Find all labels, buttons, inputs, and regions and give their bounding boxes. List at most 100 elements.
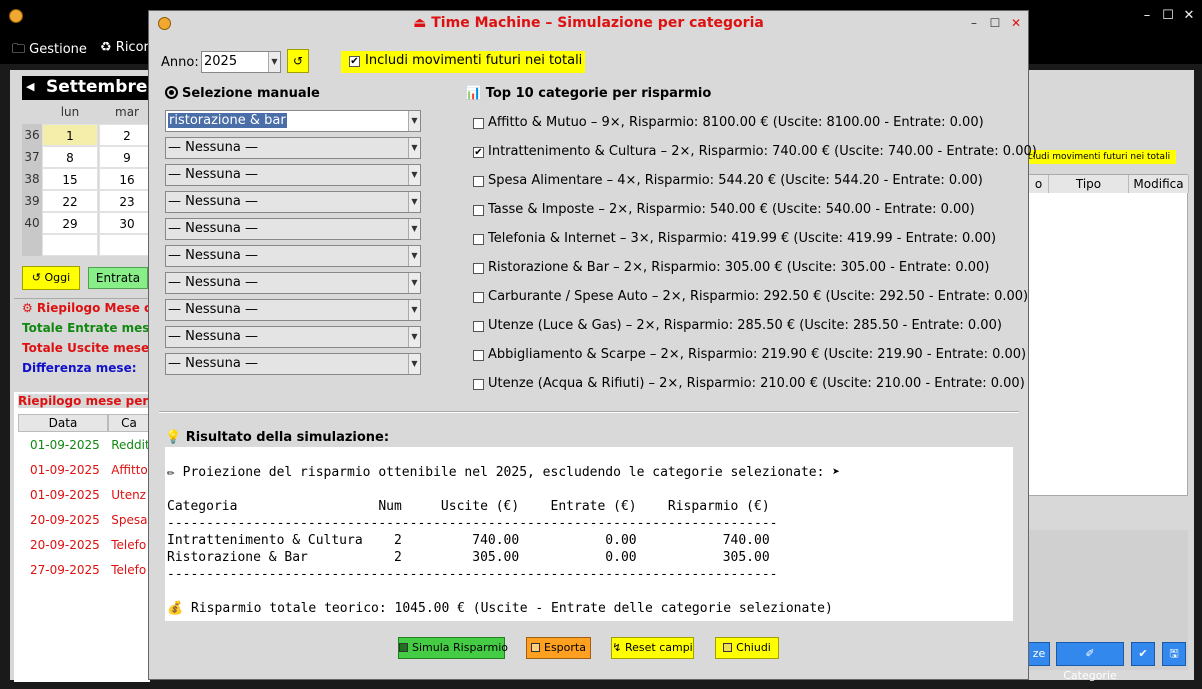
checkbox-icon[interactable] [473, 350, 484, 361]
analizza-button[interactable]: ze [1028, 642, 1050, 666]
refresh-button[interactable]: ↺ [287, 49, 309, 73]
calendar-header: ◀ Settembre [22, 76, 152, 100]
col-header-modifica[interactable]: Modifica [1129, 175, 1189, 193]
result-line: Ristorazione & Bar 2 305.00 0.00 305.00 [167, 550, 770, 565]
col-header-data[interactable]: Data [18, 414, 108, 432]
calendar-day[interactable]: 22 [42, 190, 98, 212]
checkbox-icon[interactable] [473, 118, 484, 129]
table-row[interactable]: 01-09-2025 Reddit [30, 438, 150, 452]
category-combo-6[interactable]: — Nessuna — ▼ [165, 245, 421, 267]
category-combo-8[interactable]: — Nessuna — ▼ [165, 299, 421, 321]
combo-value: — Nessuna — [168, 140, 258, 155]
category-combo-1[interactable]: ristorazione & bar ▼ [165, 110, 421, 132]
day-header-lun: lun [60, 105, 80, 119]
checkbox-icon[interactable] [473, 379, 484, 390]
calendar-day-selected[interactable]: 1 [42, 124, 98, 146]
col-header-categoria[interactable]: Ca [108, 414, 150, 432]
category-combo-5[interactable]: — Nessuna — ▼ [165, 218, 421, 240]
risultato-textbox[interactable]: ✏ Proiezione del risparmio ottenibile ne… [165, 447, 1013, 621]
checkbox-icon[interactable] [473, 292, 484, 303]
entrata-button[interactable]: Entrata [88, 267, 148, 289]
table-row[interactable]: 20-09-2025 Spesa [30, 513, 147, 527]
row-category: Spesa [111, 513, 148, 527]
top-category-label: Utenze (Acqua & Rifiuti) – 2×, Risparmio… [488, 376, 1025, 391]
calendar-day[interactable]: 16 [99, 168, 155, 190]
category-combo-3[interactable]: — Nessuna — ▼ [165, 164, 421, 186]
save-icon [531, 643, 540, 652]
calendar-day[interactable]: 23 [99, 190, 155, 212]
calendar-month: Settembre [46, 77, 148, 97]
week-number: 38 [22, 168, 42, 190]
movimenti-table: o Tipo Modifica [1028, 174, 1189, 496]
app-smiley-icon [9, 9, 23, 23]
checkbox-icon[interactable]: ✔ [473, 147, 484, 158]
category-combo-10[interactable]: — Nessuna — ▼ [165, 353, 421, 375]
checkbox-checked-icon[interactable]: ✔ [349, 56, 360, 67]
calendar-day[interactable]: 15 [42, 168, 98, 190]
oggi-button[interactable]: ↺ Oggi [22, 266, 80, 290]
top-category-label: Abbigliamento & Scarpe – 2×, Risparmio: … [488, 347, 1027, 362]
week-number: 36 [22, 124, 42, 146]
calendar-day[interactable]: 9 [99, 146, 155, 168]
includi-futuri-chip[interactable]: cludi movimenti futuri nei totali [1028, 150, 1176, 164]
calendar-week: 36 1 2 [22, 124, 155, 146]
col-header-tipo[interactable]: Tipo [1049, 175, 1129, 193]
minimize-icon[interactable]: – [1140, 8, 1154, 24]
chevron-down-icon: ▼ [408, 327, 420, 347]
chevron-down-icon: ▼ [408, 354, 420, 374]
esporta-label: Esporta [544, 641, 586, 654]
top-category-label: Carburante / Spese Auto – 2×, Risparmio:… [488, 289, 1029, 304]
combo-value: — Nessuna — [168, 221, 258, 236]
calendar-week-empty [22, 234, 155, 256]
calendar-day[interactable]: 30 [99, 212, 155, 234]
checkbox-icon[interactable] [473, 205, 484, 216]
folder-icon: 🗀 [12, 42, 30, 57]
result-line: Intrattenimento & Cultura 2 740.00 0.00 … [167, 533, 770, 548]
reset-campi-button[interactable]: ↯ Reset campi [611, 637, 694, 659]
check-button[interactable]: ✔ [1131, 642, 1155, 666]
checkbox-icon[interactable] [473, 263, 484, 274]
left-pane: ◀ Settembre lun mar 36 1 2 37 8 9 38 15 … [10, 70, 162, 682]
anno-select[interactable]: 2025 ▼ [201, 51, 281, 73]
prev-month-icon[interactable]: ◀ [26, 80, 34, 93]
includi-futuri-checkbox[interactable]: ✔ Includi movimenti futuri nei totali [341, 51, 585, 73]
table-row[interactable]: 20-09-2025 Telefo [30, 538, 146, 552]
checkbox-icon[interactable] [473, 176, 484, 187]
result-line: ✏ Proiezione del risparmio ottenibile ne… [167, 465, 841, 480]
category-combo-4[interactable]: — Nessuna — ▼ [165, 191, 421, 213]
minimize-icon[interactable]: – [967, 15, 981, 31]
checkbox-icon[interactable] [473, 234, 484, 245]
esporta-button[interactable]: Esporta [526, 637, 591, 659]
menu-gestione-label: Gestione [29, 42, 87, 57]
menu-gestione[interactable]: 🗀 Gestione [12, 40, 87, 62]
combo-value: — Nessuna — [168, 356, 258, 371]
dialog-title: ⏏ Time Machine – Simulazione per categor… [413, 15, 764, 31]
totale-entrate-label: Totale Entrate mese: [22, 321, 163, 335]
anno-label: Anno: [161, 55, 199, 70]
save-button[interactable]: 🖫 [1162, 642, 1186, 666]
calendar-day[interactable]: 29 [42, 212, 98, 234]
calendar-day[interactable]: 2 [99, 124, 155, 146]
close-icon[interactable]: ✕ [1182, 8, 1196, 24]
chevron-down-icon: ▼ [408, 219, 420, 239]
categorie-button[interactable]: ✐ Categorie [1056, 642, 1124, 682]
calendar-week: 37 8 9 [22, 146, 155, 168]
category-combo-9[interactable]: — Nessuna — ▼ [165, 326, 421, 348]
category-combo-2[interactable]: — Nessuna — ▼ [165, 137, 421, 159]
checkbox-icon[interactable] [473, 321, 484, 332]
table-row[interactable]: 01-09-2025 Affitto [30, 463, 148, 477]
table-row[interactable]: 01-09-2025 Utenz [30, 488, 146, 502]
col-header[interactable]: o [1029, 175, 1049, 193]
chevron-down-icon: ▼ [408, 111, 420, 131]
close-icon[interactable]: ✕ [1009, 15, 1023, 31]
menu-ricorrenti[interactable]: ♻ Ricor [100, 40, 149, 55]
result-line: ----------------------------------------… [167, 567, 778, 582]
simula-risparmio-button[interactable]: Simula Risparmio [398, 637, 508, 659]
day-header-mar: mar [115, 105, 139, 119]
maximize-icon[interactable]: ☐ [988, 15, 1002, 31]
calendar-day[interactable]: 8 [42, 146, 98, 168]
table-row[interactable]: 27-09-2025 Telefo [30, 563, 146, 577]
category-combo-7[interactable]: — Nessuna — ▼ [165, 272, 421, 294]
maximize-icon[interactable]: ☐ [1161, 8, 1175, 24]
chiudi-button[interactable]: Chiudi [715, 637, 779, 659]
